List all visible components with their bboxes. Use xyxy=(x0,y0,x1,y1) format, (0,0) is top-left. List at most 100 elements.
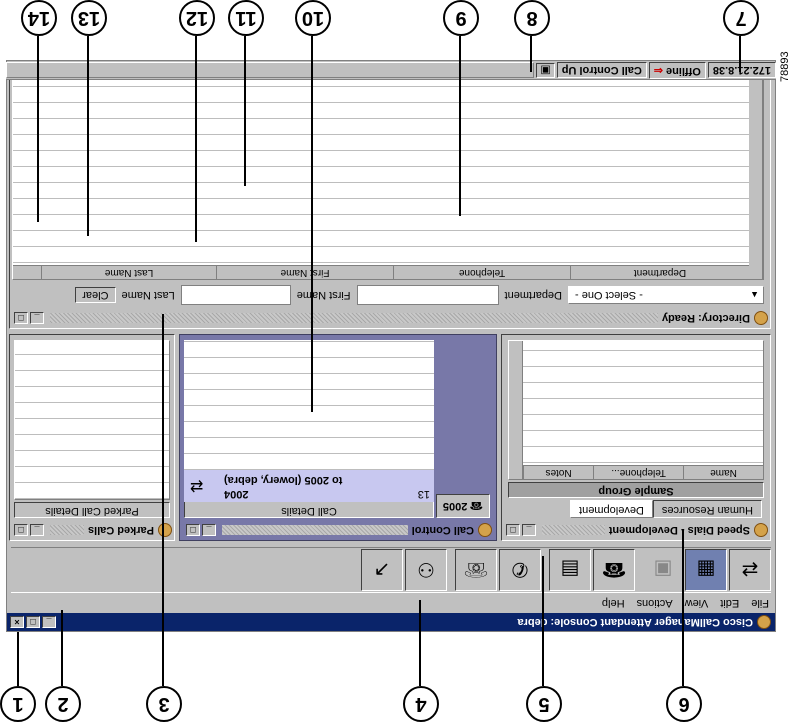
col-first-name[interactable]: First Name xyxy=(216,266,393,279)
parked-calls-maximize-button[interactable]: □ xyxy=(14,524,28,536)
directory-table: Department Telephone First Name Last Nam… xyxy=(12,68,764,280)
tab-development[interactable]: Development xyxy=(570,500,653,518)
last-name-label: Last Name xyxy=(121,289,175,301)
menu-file[interactable]: File xyxy=(751,597,769,609)
directory-title-bar: Directory: Ready _ □ xyxy=(14,310,768,326)
call-control-panel: Call Control _ □ ☎ 2005 Call Details 13 … xyxy=(179,334,497,541)
callout-8: 8 xyxy=(514,0,550,36)
tab-human-resources[interactable]: Human Resources xyxy=(652,500,762,518)
title-bar: Cisco CallManager Attendant Console: deb… xyxy=(7,613,775,631)
col-last-name[interactable]: Last Name xyxy=(41,266,216,279)
first-name-field[interactable] xyxy=(356,285,499,305)
disabled-icon: ▣ xyxy=(653,558,673,581)
call-details-rows xyxy=(184,340,434,470)
clear-button[interactable]: Clear xyxy=(75,287,116,303)
ip-address: 172.21.8.38 xyxy=(707,62,776,79)
leader-10 xyxy=(311,36,313,412)
speed-dials-header: Name Telephone... Notes xyxy=(523,465,763,479)
menu-edit[interactable]: Edit xyxy=(720,597,739,609)
col-telephone-dir[interactable]: Telephone xyxy=(393,266,570,279)
window-title: Cisco CallManager Attendant Console: deb… xyxy=(517,616,753,628)
menu-help[interactable]: Help xyxy=(602,597,625,609)
directory-rows xyxy=(13,69,749,263)
leader-9 xyxy=(459,36,461,216)
menu-actions[interactable]: Actions xyxy=(637,597,673,609)
leader-13 xyxy=(87,36,89,236)
callout-6: 6 xyxy=(666,686,702,722)
leader-11 xyxy=(244,36,246,186)
app-icon xyxy=(757,615,771,629)
call-control-title-bar: Call Control _ □ xyxy=(186,522,492,538)
callout-4: 4 xyxy=(403,686,439,722)
close-button[interactable]: × xyxy=(10,616,24,628)
dropdown-arrow-icon: ▲ xyxy=(750,290,759,300)
callout-1: 1 xyxy=(0,686,36,722)
line-number: 2005 xyxy=(442,500,468,512)
call-details-label: Call Details xyxy=(184,500,434,518)
call-control-status: Call Control Up xyxy=(556,62,647,79)
speed-dials-title: Speed Dials - Development xyxy=(608,524,750,536)
call-row[interactable]: 13 2004 to 2005 (lowery, debra) ⇄ xyxy=(184,469,434,502)
parked-calls-list xyxy=(14,340,170,500)
directory-maximize-button[interactable]: □ xyxy=(14,312,28,324)
leader-1 xyxy=(17,632,19,686)
leader-2 xyxy=(61,610,63,686)
callout-11: 11 xyxy=(228,0,264,36)
col-notes[interactable]: Notes xyxy=(523,466,594,479)
department-select[interactable]: ▲ - Select One - xyxy=(568,286,764,304)
parked-calls-title-bar: Parked Calls _ □ xyxy=(14,522,172,538)
call-control-maximize-button[interactable]: □ xyxy=(186,524,200,536)
parked-calls-panel: Parked Calls _ □ Parked Call Details xyxy=(9,334,175,541)
call-row-line1: 2004 xyxy=(224,488,249,500)
col-department[interactable]: Department xyxy=(570,266,749,279)
call-control-icon xyxy=(478,523,492,537)
callout-3: 3 xyxy=(146,686,182,722)
answer-icon[interactable]: ☏ xyxy=(455,549,497,591)
speed-dials-tabs: Human Resources Development xyxy=(512,500,762,518)
call-row-line2: to 2005 (lowery, debra) xyxy=(224,474,343,486)
parked-call-details-label: Parked Call Details xyxy=(14,502,170,518)
leader-14 xyxy=(37,36,39,222)
hang-up-icon[interactable]: ☎ xyxy=(593,549,635,591)
maximize-button[interactable]: □ xyxy=(26,616,40,628)
directory-transfer-icon[interactable]: ▤ xyxy=(549,549,591,591)
minimize-button[interactable]: _ xyxy=(42,616,56,628)
directory-header: Department Telephone First Name Last Nam… xyxy=(13,265,749,279)
call-transfer-icon-small: ⇄ xyxy=(190,477,204,494)
col-name[interactable]: Name xyxy=(683,466,763,479)
department-value: - Select One - xyxy=(575,289,643,301)
directory-minimize-button[interactable]: _ xyxy=(30,312,44,324)
last-name-field[interactable] xyxy=(180,285,291,305)
parked-calls-icon xyxy=(158,523,172,537)
speed-dials-minimize-button[interactable]: _ xyxy=(522,524,536,536)
leader-8 xyxy=(530,36,532,72)
offline-status: Offline ⇐ xyxy=(648,62,706,79)
rotated-screenshot: Cisco CallManager Attendant Console: deb… xyxy=(0,0,799,722)
speed-dials-maximize-button[interactable]: □ xyxy=(506,524,520,536)
call-control-title: Call Control xyxy=(411,524,474,536)
figure-id: 78893 xyxy=(779,51,791,82)
leader-6 xyxy=(682,530,684,686)
call-control-minimize-button[interactable]: _ xyxy=(202,524,216,536)
call-transfer-icon[interactable]: ⇄ xyxy=(729,549,771,591)
dial-pad-icon[interactable]: ▦ xyxy=(685,549,727,591)
speed-dials-group-label: Sample Group xyxy=(508,482,764,498)
directory-search-row: ▲ - Select One - Department First Name L… xyxy=(14,284,764,306)
directory-panel: Directory: Ready _ □ ▲ - Select One - De… xyxy=(9,63,771,329)
main-window: Cisco CallManager Attendant Console: deb… xyxy=(6,60,776,632)
leader-4 xyxy=(419,600,421,686)
speed-dials-rows xyxy=(523,341,763,463)
leader-3 xyxy=(162,314,164,686)
speed-dials-scrollbar[interactable] xyxy=(509,341,523,479)
pickup-icon[interactable]: ↗ xyxy=(361,549,403,591)
status-save-icon[interactable]: ▣ xyxy=(536,63,555,78)
directory-scrollbar[interactable] xyxy=(749,69,763,279)
menu-view[interactable]: View xyxy=(685,597,709,609)
line-button-2005[interactable]: ☎ 2005 xyxy=(436,494,490,518)
callout-10: 10 xyxy=(295,0,331,36)
hold-icon[interactable]: ✆ xyxy=(499,549,541,591)
parked-calls-minimize-button[interactable]: _ xyxy=(30,524,44,536)
conference-icon[interactable]: ⚇ xyxy=(405,549,447,591)
col-telephone[interactable]: Telephone... xyxy=(593,466,683,479)
callout-7: 7 xyxy=(723,0,759,36)
